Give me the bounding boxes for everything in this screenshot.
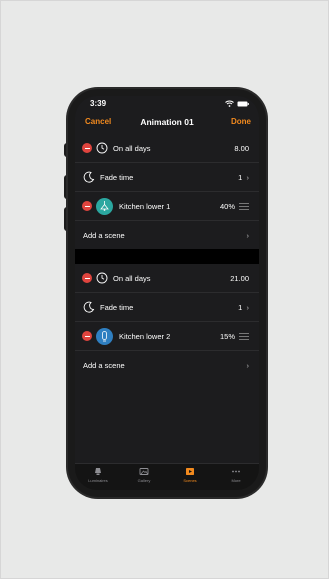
pendant-lamp-icon <box>96 197 113 215</box>
scene-row[interactable]: Kitchen lower 1 40% <box>75 192 259 221</box>
status-time: 3:39 <box>90 99 107 108</box>
more-icon <box>232 470 240 473</box>
bulb-icon <box>96 327 113 345</box>
chevron-right-icon: › <box>244 172 249 182</box>
fade-time-value: 1 <box>238 302 243 312</box>
status-bar: 3:39 <box>75 96 259 112</box>
delete-icon[interactable] <box>82 201 92 211</box>
moon-icon <box>83 301 95 313</box>
phone-frame: 3:39 Cancel Animation 01 Done On all day… <box>68 89 266 497</box>
tab-gallery[interactable]: Gallery <box>121 464 167 490</box>
tab-label: Scenes <box>183 478 197 483</box>
drag-handle-icon[interactable] <box>239 331 249 342</box>
tab-label: Gallery <box>137 478 151 483</box>
scene-name: Kitchen lower 1 <box>119 201 171 211</box>
tab-label: More <box>231 478 241 483</box>
luminaire-icon <box>95 468 101 475</box>
tab-luminaires[interactable]: Luminaires <box>75 464 121 490</box>
tab-scenes[interactable]: Scenes <box>167 464 213 490</box>
tab-bar: Luminaires Gallery Scenes More <box>75 463 259 490</box>
add-scene-label: Add a scene <box>83 360 125 370</box>
delete-icon[interactable] <box>82 273 92 283</box>
fade-time-value-wrap: 1 › <box>238 173 249 182</box>
drag-handle-icon[interactable] <box>239 201 249 212</box>
fade-time-value-wrap: 1 › <box>238 303 249 312</box>
schedule-time: 21.00 <box>230 273 249 283</box>
chevron-right-icon: › <box>244 302 249 312</box>
section-separator <box>75 249 259 264</box>
page-background: 3:39 Cancel Animation 01 Done On all day… <box>0 0 329 579</box>
fade-time-row[interactable]: Fade time 1 › <box>75 293 259 322</box>
chevron-right-icon: › <box>246 360 250 370</box>
fade-time-value: 1 <box>238 172 243 182</box>
schedule-time: 8.00 <box>234 143 249 153</box>
chevron-right-icon: › <box>246 230 250 240</box>
scene-name: Kitchen lower 2 <box>119 331 171 341</box>
scene-level: 40% <box>219 201 235 211</box>
status-icons <box>225 100 249 107</box>
add-scene-row[interactable]: Add a scene › <box>75 221 259 249</box>
schedule-row[interactable]: On all days 21.00 <box>75 264 259 293</box>
delete-icon[interactable] <box>82 143 92 153</box>
schedule-row[interactable]: On all days 8.00 <box>75 134 259 163</box>
done-button[interactable]: Done <box>231 117 251 126</box>
fade-time-label: Fade time <box>100 302 134 312</box>
clock-icon <box>96 142 108 154</box>
scene-row[interactable]: Kitchen lower 2 15% <box>75 322 259 351</box>
tab-label: Luminaires <box>88 478 108 483</box>
clock-icon <box>96 272 108 284</box>
wifi-icon <box>225 100 234 107</box>
animation-list: On all days 8.00 Fade time 1 › Kitchen l… <box>75 134 259 379</box>
navigation-bar: Cancel Animation 01 Done <box>75 112 259 134</box>
scenes-icon <box>186 468 194 475</box>
tab-more[interactable]: More <box>213 464 259 490</box>
fade-time-label: Fade time <box>100 172 134 182</box>
schedule-label: On all days <box>113 143 151 153</box>
delete-icon[interactable] <box>82 331 92 341</box>
gallery-icon <box>139 468 149 475</box>
add-scene-label: Add a scene <box>83 230 125 240</box>
moon-icon <box>83 171 95 183</box>
fade-time-row[interactable]: Fade time 1 › <box>75 163 259 192</box>
scene-level: 15% <box>219 331 235 341</box>
battery-icon <box>237 101 249 106</box>
app-screen: 3:39 Cancel Animation 01 Done On all day… <box>75 96 259 490</box>
schedule-label: On all days <box>113 273 151 283</box>
add-scene-row[interactable]: Add a scene › <box>75 351 259 379</box>
